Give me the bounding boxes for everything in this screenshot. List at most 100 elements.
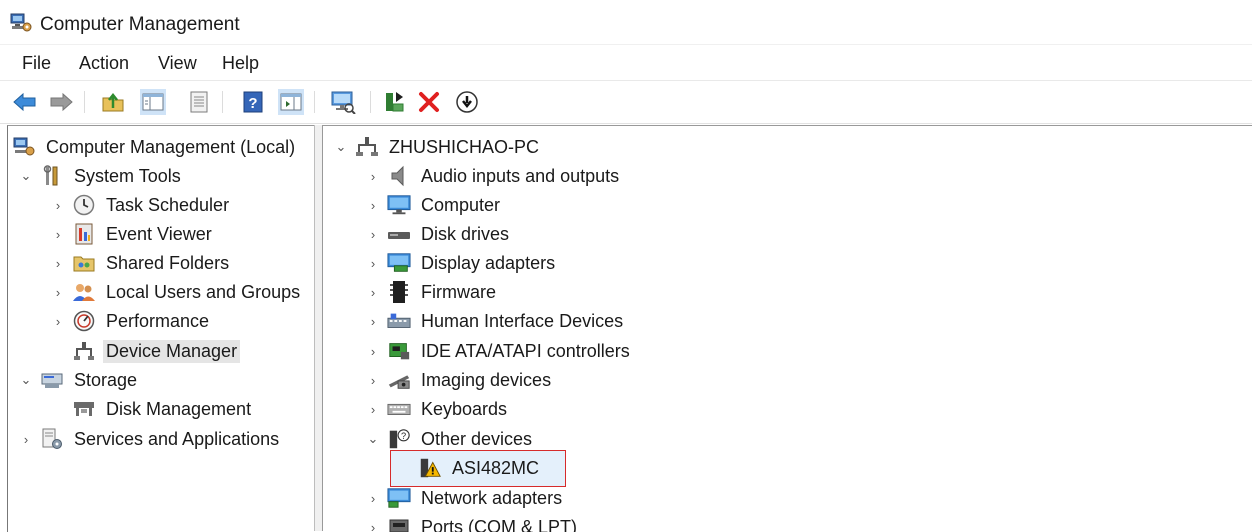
show-hide-action-pane-icon[interactable] [278,89,304,115]
device-category-network-adapters[interactable]: › Network adapters [365,484,565,512]
tree-item-shared-folders[interactable]: › Shared Folders [50,249,232,277]
users-icon [72,281,96,303]
performance-icon [72,310,96,332]
forward-arrow-icon[interactable] [48,89,74,115]
tree-item-storage[interactable]: ⌄ Storage [18,366,140,394]
tree-item-local-users-and-groups[interactable]: › Local Users and Groups [50,278,303,306]
tools-icon [40,165,64,187]
device-category-hid[interactable]: › Human Interface Devices [365,307,626,335]
tree-item-performance[interactable]: › Performance [50,307,212,335]
device-category-label: Display adapters [418,252,558,275]
tree-item-label: Task Scheduler [103,194,232,217]
device-category-keyboards[interactable]: › Keyboards [365,395,510,423]
properties-icon[interactable] [186,89,212,115]
help-icon[interactable]: ? [240,89,266,115]
chevron-right-icon[interactable]: › [365,255,381,271]
chevron-right-icon[interactable]: › [50,255,66,271]
tree-item-task-scheduler[interactable]: › Task Scheduler [50,191,232,219]
device-category-label: Human Interface Devices [418,310,626,333]
device-root-node[interactable]: ⌄ ZHUSHICHAO-PC [333,133,542,161]
menu-help[interactable]: Help [220,53,261,74]
device-manager-icon [72,340,96,362]
tree-item-computer-management[interactable]: Computer Management (Local) [12,133,298,161]
tree-item-device-manager[interactable]: Device Manager [50,337,240,365]
toolbar: ? [0,80,1252,124]
chevron-right-icon[interactable]: › [365,197,381,213]
pane-splitter[interactable] [314,125,323,531]
device-category-ide-controllers[interactable]: › IDE ATA/ATAPI controllers [365,337,633,365]
window-title: Computer Management [40,14,240,36]
device-category-other-devices[interactable]: ⌄ ? Other devices [365,425,535,453]
device-category-disk-drives[interactable]: › Disk drives [365,220,512,248]
device-category-label: IDE ATA/ATAPI controllers [418,340,633,363]
device-category-label: Ports (COM & LPT) [418,516,580,532]
disk-management-icon [72,398,96,420]
chevron-right-icon[interactable]: › [365,313,381,329]
scan-hardware-icon[interactable] [330,89,356,115]
disk-drive-icon [387,223,411,245]
chevron-right-icon[interactable]: › [50,226,66,242]
device-category-label: Network adapters [418,487,565,510]
toolbar-separator [370,91,371,113]
tree-item-system-tools[interactable]: ⌄ System Tools [18,162,184,190]
device-category-display-adapters[interactable]: › Display adapters [365,249,558,277]
back-arrow-icon[interactable] [12,89,38,115]
disable-device-icon[interactable] [454,89,480,115]
uninstall-device-icon[interactable] [416,89,442,115]
title-bar: Computer Management [0,0,1252,44]
chevron-right-icon[interactable]: › [50,313,66,329]
chevron-right-icon[interactable]: › [365,343,381,359]
camera-icon [387,369,411,391]
device-tree-pane[interactable]: ⌄ ZHUSHICHAO-PC › Audio inputs and outpu… [323,125,1252,532]
up-folder-icon[interactable] [100,89,126,115]
show-hide-console-tree-icon[interactable] [140,89,166,115]
keyboard-icon [387,398,411,420]
device-item-label: ASI482MC [449,457,542,480]
chevron-right-icon[interactable]: › [50,197,66,213]
device-category-label: Firmware [418,281,499,304]
tree-item-label: Performance [103,310,212,333]
menu-action[interactable]: Action [77,53,131,74]
chevron-down-icon[interactable]: ⌄ [333,139,349,155]
storage-icon [40,369,64,391]
update-driver-icon[interactable] [382,89,408,115]
tree-item-event-viewer[interactable]: › Event Viewer [50,220,215,248]
chevron-right-icon[interactable]: › [50,284,66,300]
chevron-right-icon[interactable]: › [18,431,34,447]
tree-item-label: Local Users and Groups [103,281,303,304]
menu-bar: File Action View Help [0,44,1252,81]
menu-file[interactable]: File [20,53,53,74]
hid-icon [387,310,411,332]
chevron-down-icon[interactable]: ⌄ [18,372,34,388]
chevron-right-icon[interactable]: › [365,168,381,184]
device-category-ports[interactable]: › Ports (COM & LPT) [365,513,580,532]
toolbar-separator [314,91,315,113]
chevron-right-icon[interactable]: › [365,401,381,417]
clock-icon [72,194,96,216]
chevron-down-icon[interactable]: ⌄ [18,168,34,184]
port-icon [387,516,411,532]
device-category-imaging-devices[interactable]: › Imaging devices [365,366,554,394]
console-tree-pane[interactable]: Computer Management (Local) ⌄ System Too… [7,125,314,532]
device-category-computer[interactable]: › Computer [365,191,503,219]
device-category-firmware[interactable]: › Firmware [365,278,499,306]
menu-view[interactable]: View [156,53,199,74]
tree-item-label: Disk Management [103,398,254,421]
chevron-down-icon[interactable]: ⌄ [365,431,381,447]
speaker-icon [387,165,411,187]
device-category-label: Imaging devices [418,369,554,392]
chevron-right-icon[interactable]: › [365,226,381,242]
chevron-right-icon[interactable]: › [365,284,381,300]
chevron-right-icon[interactable]: › [365,519,381,532]
shared-folders-icon [72,252,96,274]
svg-text:?: ? [248,95,257,112]
tree-item-disk-management[interactable]: Disk Management [50,395,254,423]
device-category-audio[interactable]: › Audio inputs and outputs [365,162,622,190]
chevron-right-icon[interactable]: › [365,490,381,506]
tree-item-services-and-applications[interactable]: › Services and Applications [18,425,282,453]
device-category-label: Disk drives [418,223,512,246]
device-category-label: Other devices [418,428,535,451]
device-root-label: ZHUSHICHAO-PC [386,136,542,159]
device-item-asi482mc[interactable]: ASI482MC [418,454,542,482]
chevron-right-icon[interactable]: › [365,372,381,388]
